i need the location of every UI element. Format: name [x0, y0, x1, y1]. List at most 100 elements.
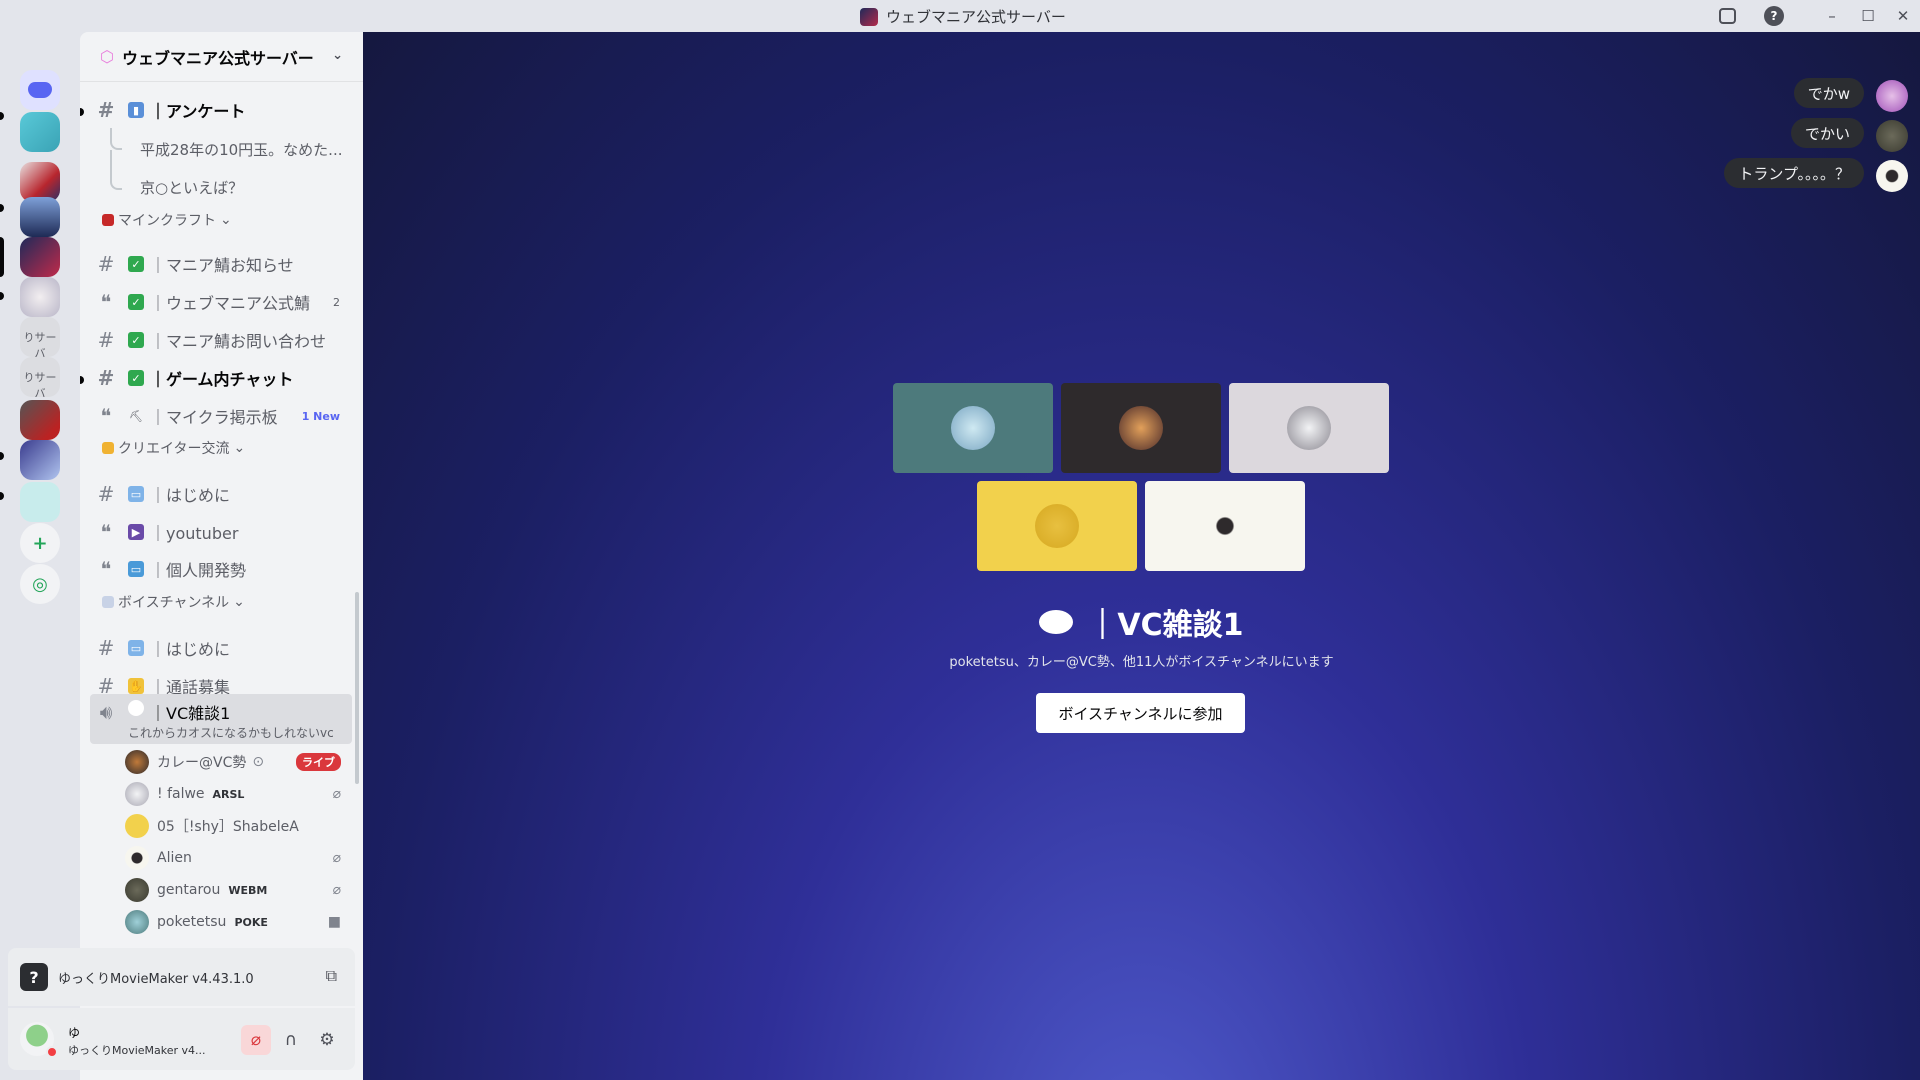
hand-emoji-icon: ✋ — [128, 678, 144, 694]
guild-name: ウェブマニア公式サーバー — [121, 48, 314, 68]
pickaxe-emoji-icon: ⛏ — [129, 409, 143, 423]
participant-tile[interactable] — [1061, 383, 1221, 473]
forum-icon: ❝ — [100, 520, 112, 544]
voice-user[interactable]: ! falwe ARSL ⌀ — [125, 780, 351, 808]
unread-pill — [0, 492, 4, 500]
inbox-icon[interactable] — [1719, 8, 1736, 24]
chat-bubble[interactable]: でかw — [1793, 78, 1864, 108]
home-button[interactable] — [20, 70, 60, 110]
help-icon[interactable]: ? — [1764, 6, 1784, 26]
channel-official-srv[interactable]: ❝ ✓ ｜ウェブマニア公式鯖 2 — [90, 286, 350, 318]
server-icon-8[interactable] — [20, 400, 60, 440]
check-emoji-icon: ✓ — [128, 256, 144, 272]
channel-label: ｜VC雑談1 — [150, 704, 231, 723]
mic-muted-icon: ⌀ — [332, 882, 341, 898]
activity-panel[interactable]: ? ゆっくりMovieMaker v4.43.1.0 ⧉ — [8, 948, 355, 1006]
minimize-button[interactable]: – — [1822, 6, 1842, 26]
channel-label: ｜マイクラ掲示板 — [150, 408, 278, 427]
category-creator[interactable]: クリエイター交流 ⌄ — [102, 438, 245, 458]
post-count: 2 — [333, 295, 340, 309]
user-status: ゆっくりMovieMaker v4... — [68, 1044, 206, 1057]
selected-pill — [0, 237, 4, 277]
channel-board[interactable]: ❝ ⛏ ｜マイクラ掲示板 1 New — [90, 400, 350, 432]
voice-channel-members-summary: poketetsu、カレー@VC勢、他11人がボイスチャンネルにいます — [949, 655, 1334, 670]
unread-pill — [0, 452, 4, 460]
mic-muted-icon: ⌀ — [332, 786, 341, 802]
server-icon-1[interactable] — [20, 112, 60, 152]
unread-pill — [0, 204, 4, 212]
voice-user[interactable]: poketetsu POKE ■ — [125, 908, 351, 936]
avatar[interactable] — [1876, 80, 1908, 112]
user-name: ゆ — [68, 1026, 81, 1040]
channel-label: ｜youtuber — [150, 524, 239, 543]
voice-user-name: poketetsu — [157, 914, 227, 930]
activity-icon: ⊙ — [252, 754, 265, 770]
voice-user-name: ! falwe — [157, 786, 205, 802]
channel-label: ｜マニア鯖お知らせ — [150, 256, 294, 275]
participant-tile[interactable] — [893, 383, 1053, 473]
mute-button[interactable]: ⌀ — [241, 1025, 271, 1055]
chevron-down-icon: ⌄ — [233, 594, 245, 610]
avatar — [1035, 504, 1079, 548]
voice-user[interactable]: カレー@VC勢 ⊙ ライブ — [125, 748, 351, 776]
server-icon-text-1[interactable]: りサーバ — [20, 317, 60, 357]
avatar[interactable] — [1876, 120, 1908, 152]
hash-icon: # — [97, 98, 115, 122]
explore-button[interactable]: ◎ — [20, 564, 60, 604]
channel-ingame-chat[interactable]: # ✓ ｜ゲーム内チャット — [90, 362, 350, 394]
chat-bubble[interactable]: トランプ。。。。？ — [1724, 158, 1864, 188]
check-emoji-icon: ✓ — [128, 294, 144, 310]
server-icon-text-2[interactable]: りサーバ — [20, 357, 60, 397]
thread-item[interactable]: 京○といえば？ — [110, 170, 350, 204]
guild-header[interactable]: ⬡ ウェブマニア公式サーバー ⌄ — [80, 32, 363, 82]
category-label: マインクラフト — [118, 213, 216, 229]
chat-bubble-text: でかい — [1804, 124, 1850, 143]
server-icon-2[interactable] — [20, 162, 60, 202]
light-icon — [102, 442, 114, 454]
add-server-button[interactable]: + — [20, 523, 60, 563]
avatar[interactable] — [1876, 160, 1908, 192]
server-icon-10[interactable] — [20, 482, 60, 522]
category-minecraft[interactable]: マインクラフト ⌄ — [102, 210, 232, 230]
settings-button[interactable]: ⚙ — [312, 1025, 342, 1055]
deafen-button[interactable]: ∩ — [276, 1025, 306, 1055]
chevron-down-icon: ⌄ — [233, 440, 246, 456]
channel-status: これからカオスになるかもしれないvc — [128, 726, 334, 740]
speech-bubble-icon — [128, 700, 144, 716]
maximize-button[interactable]: ☐ — [1858, 6, 1878, 26]
server-icon-5[interactable] — [20, 277, 60, 317]
participant-tile[interactable] — [977, 481, 1137, 571]
voice-user[interactable]: 05［!shy］ShabeleA — [125, 812, 351, 840]
channel-intro-1[interactable]: # ▭ ｜はじめに — [90, 478, 350, 510]
channel-survey[interactable]: # ▮ ｜アンケート — [90, 94, 350, 126]
voice-user[interactable]: gentarou WEBM ⌀ — [125, 876, 351, 904]
channel-indie[interactable]: ❝ ▭ ｜個人開発勢 — [90, 553, 350, 585]
compass-icon: ◎ — [32, 573, 48, 595]
channel-vc1[interactable]: 🔊︎ ｜VC雑談1 これからカオスになるかもしれないvc — [90, 694, 352, 744]
window-title: ウェブマニア公式サーバー — [886, 8, 1066, 26]
close-button[interactable]: ✕ — [1893, 6, 1913, 26]
chat-bubble-text: でかw — [1807, 84, 1850, 103]
book-emoji-icon: ▭ — [128, 486, 144, 502]
channel-intro-2[interactable]: # ▭ ｜はじめに — [90, 632, 350, 664]
thread-item[interactable]: 平成28年の10円玉。なめた... — [110, 132, 350, 166]
join-voice-button[interactable]: ボイスチャンネルに参加 — [1036, 693, 1245, 733]
chart-emoji-icon: ▮ — [128, 102, 144, 118]
voice-user[interactable]: Alien ⌀ — [125, 844, 351, 872]
channel-youtuber[interactable]: ❝ ▶ ｜youtuber — [90, 516, 350, 548]
activity-label: ゆっくりMovieMaker v4.43.1.0 — [58, 971, 254, 987]
chevron-down-icon: ⌄ — [332, 48, 343, 63]
channel-inquiry[interactable]: # ✓ ｜マニア鯖お問い合わせ — [90, 324, 350, 356]
participant-tile[interactable] — [1145, 481, 1305, 571]
category-voice[interactable]: ボイスチャンネル ⌄ — [102, 592, 245, 612]
participant-tile[interactable] — [1229, 383, 1389, 473]
server-icon-webmania[interactable] — [20, 237, 60, 277]
chat-bubble[interactable]: でかい — [1790, 118, 1864, 148]
guild-tag: ARSL — [212, 787, 245, 801]
boost-icon: ⬡ — [100, 47, 114, 66]
server-icon-3[interactable] — [20, 197, 60, 237]
server-icon-9[interactable] — [20, 440, 60, 480]
screen-share-icon[interactable]: ⧉ — [326, 966, 337, 986]
sidebar-scrollbar[interactable] — [355, 592, 359, 784]
channel-mania-news[interactable]: # ✓ ｜マニア鯖お知らせ — [90, 248, 350, 280]
